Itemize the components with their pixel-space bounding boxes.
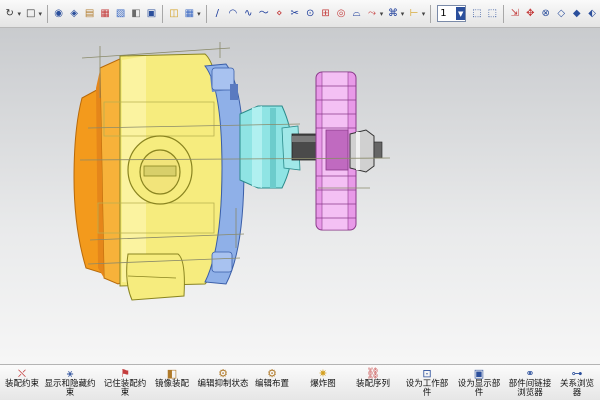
point-icon[interactable]: ⊙ xyxy=(303,7,316,21)
mate-icon[interactable]: ⬖ xyxy=(585,7,598,21)
show-hide-constraints-button[interactable]: ⚹ 显示和隐藏约束 xyxy=(44,367,96,398)
chevron-down-icon[interactable]: ▾ xyxy=(17,10,21,18)
project-icon[interactable]: ⌘ xyxy=(386,7,399,21)
view-wire-icon[interactable]: ▤ xyxy=(83,7,96,21)
circle-icon[interactable]: ◎ xyxy=(334,7,347,21)
toolbar-separator xyxy=(430,4,432,23)
dims-icon[interactable]: ⊢ xyxy=(407,7,420,21)
toolbar-separator xyxy=(205,4,207,23)
view-top-icon[interactable]: ▧ xyxy=(114,7,127,21)
hex-nut[interactable] xyxy=(349,129,383,173)
constraint-icon[interactable]: ⊗ xyxy=(539,7,552,21)
edit-suppression-button[interactable]: ⚙ 编辑抑制状态 xyxy=(196,367,250,389)
chevron-down-icon[interactable]: ▾ xyxy=(401,10,405,18)
arc-icon[interactable]: ◠ xyxy=(226,7,239,21)
pattern-icon[interactable]: ⊞ xyxy=(319,7,332,21)
zoom-value: 1 xyxy=(440,8,447,19)
view-shaded-icon[interactable]: ◉ xyxy=(52,7,65,21)
assembly-constraint-button[interactable]: ⛌ 装配约束 xyxy=(4,367,40,389)
layer2-icon[interactable]: ▦ xyxy=(183,7,196,21)
drag-icon[interactable]: ✥ xyxy=(524,7,537,21)
layer-icon[interactable]: ◫ xyxy=(167,7,180,21)
extend-icon[interactable]: ⤳ xyxy=(365,7,378,21)
fix-icon[interactable]: ◆ xyxy=(570,7,583,21)
relation-browser-button[interactable]: ⊶ 关系浏览器 xyxy=(556,367,598,398)
fillet-icon[interactable]: ⌓ xyxy=(350,7,363,21)
toolbar-separator xyxy=(503,4,505,23)
trim-icon[interactable]: ✂ xyxy=(288,7,301,21)
chevron-down-icon: ▼ xyxy=(456,7,466,20)
spline-icon[interactable]: ∿ xyxy=(242,7,255,21)
view-edges-icon[interactable]: ◈ xyxy=(67,7,80,21)
set-display-part-button[interactable]: ▣ 设为显示部件 xyxy=(454,367,504,398)
curve-icon[interactable]: 〜 xyxy=(257,7,270,21)
edit-arrangement-button[interactable]: ⚙ 编辑布置 xyxy=(252,367,292,389)
chevron-down-icon[interactable]: ▾ xyxy=(422,10,426,18)
toolbar-separator xyxy=(162,4,164,23)
move-icon[interactable]: ⇲ xyxy=(508,7,521,21)
graphics-viewport[interactable] xyxy=(0,28,600,364)
select-icon[interactable]: □ xyxy=(24,7,37,21)
chevron-down-icon[interactable]: ▾ xyxy=(380,10,384,18)
zoom-select[interactable]: 1 ▼ xyxy=(437,5,467,22)
chevron-down-icon[interactable]: ▾ xyxy=(38,10,42,18)
view-side-icon[interactable]: ◧ xyxy=(129,7,142,21)
assembly-icon[interactable]: ⬚ xyxy=(470,7,483,21)
remember-constraints-button[interactable]: ⚑ 记住装配约束 xyxy=(100,367,150,398)
assembly-toolbar: ⛌ 装配约束 ⚹ 显示和隐藏约束 ⚑ 记住装配约束 ◧ 镜像装配 ⚙ 编辑抑制状… xyxy=(0,364,600,400)
view-front-icon[interactable]: ▦ xyxy=(98,7,111,21)
set-work-part-button[interactable]: ⊡ 设为工作部件 xyxy=(402,367,452,398)
offset-icon[interactable]: ⋄ xyxy=(272,7,285,21)
toolbar-separator xyxy=(46,4,48,23)
line-icon[interactable]: / xyxy=(211,7,224,21)
interpart-link-browser-button[interactable]: ⚭ 部件间链接浏览器 xyxy=(506,367,554,398)
snap-icon[interactable]: ↻ xyxy=(3,7,16,21)
assembly-model xyxy=(73,42,391,301)
align-icon[interactable]: ◇ xyxy=(554,7,567,21)
chevron-down-icon[interactable]: ▾ xyxy=(197,10,201,18)
cyan-bearing-housing[interactable] xyxy=(239,105,301,189)
view-iso-icon[interactable]: ▣ xyxy=(145,7,158,21)
component-icon[interactable]: ⬚ xyxy=(486,7,499,21)
exploded-view-button[interactable]: ✷ 爆炸图 xyxy=(306,367,340,389)
assembly-sequence-button[interactable]: ⛓ 装配序列 xyxy=(352,367,394,389)
top-toolbar: ↻ ▾ □ ▾ ◉ ◈ ▤ ▦ ▧ ◧ ▣ ◫ ▦ ▾ / ◠ ∿ 〜 ⋄ ✂ … xyxy=(0,0,600,28)
mirror-assembly-button[interactable]: ◧ 镜像装配 xyxy=(152,367,192,389)
